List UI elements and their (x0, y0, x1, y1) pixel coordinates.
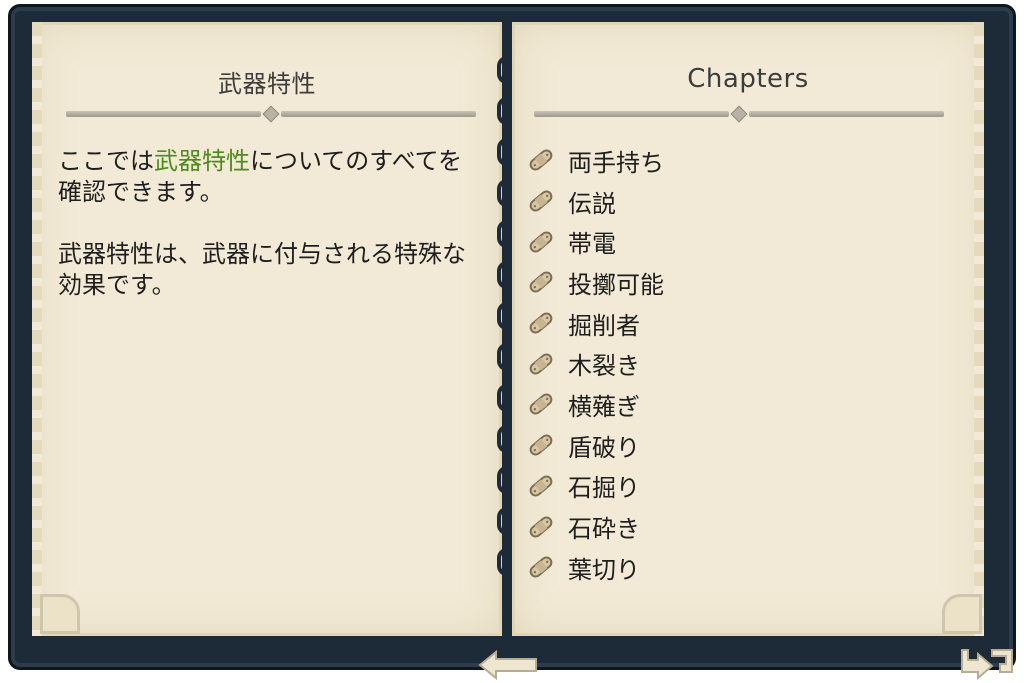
bandage-icon (526, 552, 556, 582)
spine-ring (497, 507, 509, 535)
back-arrow-icon[interactable] (478, 648, 542, 682)
return-arrow-icon[interactable] (958, 642, 1020, 682)
chapter-label: 伝説 (568, 189, 616, 218)
intro-highlight: 武器特性 (154, 147, 250, 175)
spine-ring (497, 343, 509, 371)
chapter-item[interactable]: 盾破り (526, 425, 664, 466)
left-divider (66, 105, 476, 123)
chapter-label: 掘削者 (568, 311, 640, 340)
spine-ring (497, 97, 509, 125)
chapter-item[interactable]: 石砕き (526, 506, 664, 547)
spine-ring (497, 220, 509, 248)
spine-ring (497, 138, 509, 166)
bandage-icon (526, 145, 556, 175)
chapter-list: 両手持ち伝説帯電投擲可能掘削者木裂き横薙ぎ盾破り石掘り石砕き葉切り (526, 140, 664, 588)
chapter-item[interactable]: 石掘り (526, 466, 664, 507)
spine-ring (497, 548, 509, 576)
book-spine (493, 56, 515, 636)
page-corner-left (40, 594, 80, 634)
spine-ring (497, 466, 509, 494)
chapter-label: 帯電 (568, 230, 616, 259)
page-corner-right (942, 594, 982, 634)
intro-paragraph: ここでは武器特性についてのすべてを確認できます。 (58, 146, 478, 208)
bandage-icon (526, 186, 556, 216)
bandage-icon (526, 389, 556, 419)
chapter-label: 横薙ぎ (568, 392, 640, 421)
chapter-label: 両手持ち (568, 148, 664, 177)
spine-ring (497, 302, 509, 330)
chapter-item[interactable]: 木裂き (526, 343, 664, 384)
left-page-title: 武器特性 (218, 70, 316, 98)
bandage-icon (526, 349, 556, 379)
chapter-label: 盾破り (568, 433, 640, 462)
bandage-icon (526, 227, 556, 257)
chapter-item[interactable]: 葉切り (526, 547, 664, 588)
intro-prefix: ここでは (58, 147, 154, 175)
chapter-label: 石砕き (568, 515, 640, 544)
right-divider (534, 105, 944, 123)
chapter-item[interactable]: 伝説 (526, 181, 664, 222)
spine-ring (497, 384, 509, 412)
chapter-item[interactable]: 掘削者 (526, 303, 664, 344)
spine-ring (497, 179, 509, 207)
bandage-icon (526, 512, 556, 542)
chapters-title: Chapters (687, 64, 809, 94)
bandage-icon (526, 308, 556, 338)
chapter-item[interactable]: 両手持ち (526, 140, 664, 181)
spine-ring (497, 425, 509, 453)
chapter-label: 投擲可能 (568, 270, 664, 299)
chapter-label: 石掘り (568, 474, 640, 503)
bandage-icon (526, 267, 556, 297)
chapter-label: 葉切り (568, 555, 640, 584)
chapter-item[interactable]: 横薙ぎ (526, 384, 664, 425)
detail-paragraph: 武器特性は、武器に付与される特殊な効果です。 (58, 240, 466, 299)
chapter-item[interactable]: 帯電 (526, 221, 664, 262)
bandage-icon (526, 471, 556, 501)
bandage-icon (526, 430, 556, 460)
spine-ring (497, 261, 509, 289)
chapter-item[interactable]: 投擲可能 (526, 262, 664, 303)
description-text: ここでは武器特性についてのすべてを確認できます。 武器特性は、武器に付与される特… (58, 146, 478, 332)
chapter-label: 木裂き (568, 352, 640, 381)
